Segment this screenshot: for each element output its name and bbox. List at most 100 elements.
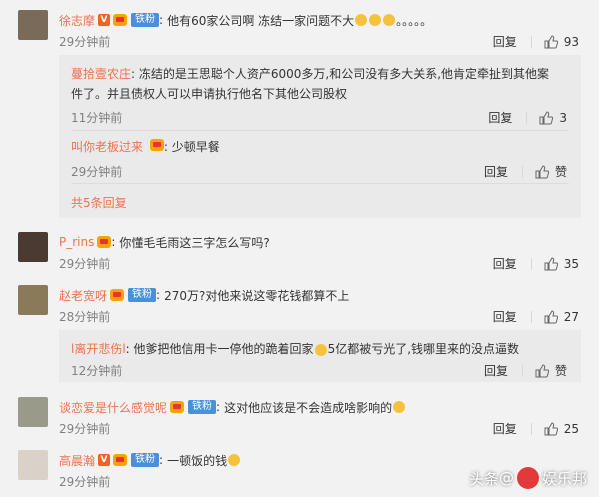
timestamp: 12分钟前 bbox=[71, 364, 123, 378]
thumbs-up-icon bbox=[544, 309, 558, 323]
subreply-actions: 回复 3 bbox=[488, 109, 567, 126]
subreply-actions: 回复 赞 bbox=[484, 362, 567, 379]
timestamp: 29分钟前 bbox=[71, 165, 123, 179]
comment-text: 他有60家公司啊 冻结一家问题不大 bbox=[167, 13, 355, 28]
comment-header: 赵老宽呀 铁粉 : 270万?对他来说这零花钱都算不上 bbox=[59, 287, 349, 303]
watermark-at: @ bbox=[498, 469, 514, 487]
username[interactable]: 谈恋爱是什么感觉呢 bbox=[59, 399, 167, 416]
thumbs-up-icon bbox=[535, 363, 549, 377]
subreply-text: 冻结的是王思聪个人资产6000多万,和公司没有多大关系,他肯定牵扯到其他案 bbox=[138, 67, 550, 81]
comment-text: 一顿饭的钱 bbox=[167, 453, 228, 468]
brand-logo-icon bbox=[516, 467, 539, 489]
subreply-actions: 回复 赞 bbox=[484, 163, 567, 180]
emoji-icon bbox=[314, 343, 327, 356]
subreply-item: l离开悲伤l: 他爹把他信用卡一停他的跪着回家 5亿都被亏光了,钱哪里来的没点逼数 bbox=[71, 339, 519, 359]
like-count: 27 bbox=[563, 309, 579, 324]
subreply-panel: l离开悲伤l: 他爹把他信用卡一停他的跪着回家 5亿都被亏光了,钱哪里来的没点逼数… bbox=[59, 330, 581, 382]
verified-badge: V bbox=[98, 454, 111, 466]
like-button[interactable]: 赞 bbox=[535, 163, 567, 180]
divider bbox=[530, 35, 532, 48]
like-button[interactable]: 赞 bbox=[535, 362, 567, 379]
divider bbox=[530, 422, 532, 435]
comment-header: P_rins : 你懂毛毛雨这三字怎么写吗? bbox=[59, 234, 270, 250]
divider bbox=[526, 111, 528, 124]
subreply-username[interactable]: 蔓拾壹农庄 bbox=[71, 67, 131, 81]
subreply-username[interactable]: l离开悲伤l bbox=[71, 342, 126, 356]
subreply-username[interactable]: 叫你老板过来 bbox=[71, 140, 143, 154]
comment-actions: 回复 93 bbox=[493, 33, 579, 50]
reply-button[interactable]: 回复 bbox=[493, 420, 517, 437]
avatar[interactable] bbox=[18, 10, 48, 40]
subreply-text-b: 5亿都被亏光了,钱哪里来的没点逼数 bbox=[327, 342, 520, 356]
divider bbox=[530, 310, 532, 323]
reply-button[interactable]: 回复 bbox=[493, 308, 517, 325]
username[interactable]: 赵老宽呀 bbox=[59, 287, 107, 304]
comment-text-tail: 。。。。。 bbox=[396, 13, 433, 28]
vip-crown-icon bbox=[110, 289, 125, 301]
reply-button[interactable]: 回复 bbox=[484, 362, 508, 379]
like-count: 93 bbox=[563, 34, 579, 49]
reply-button[interactable]: 回复 bbox=[484, 163, 508, 180]
more-replies-link[interactable]: 共5条回复 bbox=[71, 194, 127, 211]
comment-header: 谈恋爱是什么感觉呢 铁粉 : 这对他应该是不会造成啥影响的 bbox=[59, 399, 406, 415]
colon: : bbox=[131, 67, 136, 81]
like-button[interactable]: 93 bbox=[544, 35, 579, 49]
subreply-text: 他爹把他信用卡一停他的跪着回家 bbox=[133, 342, 314, 356]
divider bbox=[521, 364, 523, 377]
timestamp: 29分钟前 bbox=[59, 475, 111, 489]
reply-button[interactable]: 回复 bbox=[488, 109, 512, 126]
watermark-prefix: 头条 bbox=[468, 469, 499, 488]
emoji-icon bbox=[355, 14, 368, 26]
fan-badge: 铁粉 bbox=[131, 453, 160, 467]
comment-actions: 回复 27 bbox=[493, 308, 579, 325]
timestamp: 28分钟前 bbox=[59, 310, 111, 324]
thumbs-up-icon bbox=[544, 256, 558, 270]
watermark: 头条 @ 娱乐邦 bbox=[469, 467, 587, 489]
comment-text: 270万?对他来说这零花钱都算不上 bbox=[164, 288, 350, 303]
vip-crown-icon bbox=[170, 401, 185, 413]
like-button[interactable]: 3 bbox=[539, 111, 567, 125]
thumbs-up-icon bbox=[535, 164, 549, 178]
fan-badge: 铁粉 bbox=[128, 288, 157, 302]
like-count: 35 bbox=[563, 256, 579, 271]
subreply-item: 叫你老板过来 : 少顿早餐 bbox=[71, 137, 220, 157]
colon: : bbox=[111, 235, 116, 249]
comment-actions: 回复 25 bbox=[493, 420, 579, 437]
subreply-text-line2: 件了。并且债权人可以申请执行他名下其他公司股权 bbox=[71, 87, 348, 101]
emoji-icon bbox=[393, 401, 406, 413]
username[interactable]: 高晨瀚 bbox=[59, 452, 95, 469]
fan-badge: 铁粉 bbox=[131, 13, 160, 27]
avatar[interactable] bbox=[18, 397, 48, 427]
like-count: 25 bbox=[563, 421, 579, 436]
timestamp: 29分钟前 bbox=[59, 257, 111, 271]
vip-crown-icon bbox=[149, 139, 164, 151]
username[interactable]: P_rins bbox=[59, 235, 94, 249]
like-label: 赞 bbox=[554, 165, 567, 179]
colon: : bbox=[156, 288, 161, 302]
reply-button[interactable]: 回复 bbox=[493, 255, 517, 272]
avatar[interactable] bbox=[18, 450, 48, 480]
comment-header: 徐志摩 V 铁粉 : 他有60家公司啊 冻结一家问题不大 。。。。。 bbox=[59, 12, 432, 28]
colon: : bbox=[159, 453, 164, 467]
comment-text: 这对他应该是不会造成啥影响的 bbox=[224, 400, 393, 415]
divider bbox=[71, 130, 569, 131]
verified-badge: V bbox=[98, 14, 111, 26]
comment-header: 高晨瀚 V 铁粉 : 一顿饭的钱 bbox=[59, 452, 241, 468]
like-button[interactable]: 27 bbox=[544, 310, 579, 324]
subreply-text: 少顿早餐 bbox=[171, 140, 220, 154]
comment-actions: 回复 35 bbox=[493, 255, 579, 272]
avatar[interactable] bbox=[18, 285, 48, 315]
like-count: 3 bbox=[559, 110, 567, 125]
vip-crown-icon bbox=[113, 454, 128, 466]
reply-button[interactable]: 回复 bbox=[493, 33, 517, 50]
like-button[interactable]: 25 bbox=[544, 422, 579, 436]
username[interactable]: 徐志摩 bbox=[59, 12, 95, 29]
colon: : bbox=[159, 13, 164, 27]
avatar[interactable] bbox=[18, 232, 48, 262]
colon: : bbox=[125, 342, 130, 356]
like-button[interactable]: 35 bbox=[544, 257, 579, 271]
thumbs-up-icon bbox=[544, 421, 558, 435]
divider bbox=[521, 165, 523, 178]
emoji-icon bbox=[369, 14, 382, 26]
emoji-icon bbox=[228, 454, 241, 466]
